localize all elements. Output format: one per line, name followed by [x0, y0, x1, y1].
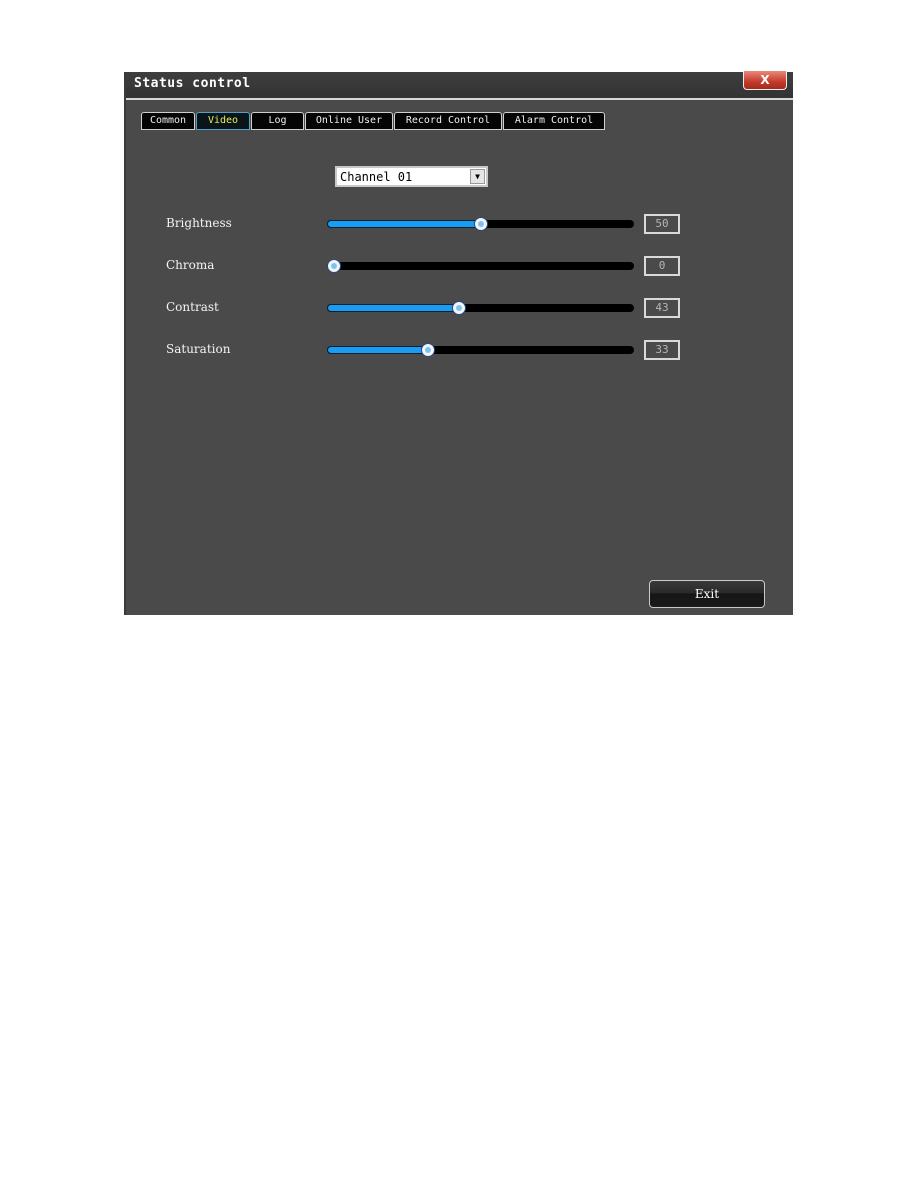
close-icon: X: [760, 73, 770, 87]
brightness-value: 50: [644, 214, 680, 234]
close-button[interactable]: X: [743, 71, 787, 90]
tab-online-user[interactable]: Online User: [305, 112, 393, 130]
saturation-label: Saturation: [166, 342, 231, 356]
chroma-slider[interactable]: [327, 259, 634, 273]
brightness-slider-thumb[interactable]: [474, 217, 488, 231]
saturation-slider-fill: [327, 346, 428, 354]
contrast-slider[interactable]: [327, 301, 634, 315]
channel-select[interactable]: Channel 01 ▼: [335, 166, 488, 187]
contrast-row: Contrast 43: [126, 297, 793, 319]
status-control-window: Status control X Common Video Log Online…: [124, 71, 793, 615]
channel-select-value: Channel 01: [340, 169, 413, 184]
contrast-slider-thumb[interactable]: [452, 301, 466, 315]
chroma-value: 0: [644, 256, 680, 276]
window-title: Status control: [134, 76, 251, 91]
saturation-slider-thumb[interactable]: [421, 343, 435, 357]
tab-alarm-control[interactable]: Alarm Control: [503, 112, 605, 130]
tab-log[interactable]: Log: [251, 112, 304, 130]
chevron-down-icon[interactable]: ▼: [470, 169, 485, 184]
saturation-value: 33: [644, 340, 680, 360]
tab-bar: Common Video Log Online User Record Cont…: [141, 112, 606, 130]
tab-video[interactable]: Video: [196, 112, 250, 130]
saturation-slider[interactable]: [327, 343, 634, 357]
tab-common[interactable]: Common: [141, 112, 195, 130]
chroma-row: Chroma 0: [126, 255, 793, 277]
saturation-row: Saturation 33: [126, 339, 793, 361]
exit-button[interactable]: Exit: [649, 580, 765, 608]
chroma-label: Chroma: [166, 258, 215, 272]
contrast-label: Contrast: [166, 300, 219, 314]
contrast-value: 43: [644, 298, 680, 318]
title-bar: Status control X: [126, 71, 793, 100]
tab-record-control[interactable]: Record Control: [394, 112, 502, 130]
chroma-slider-thumb[interactable]: [327, 259, 341, 273]
contrast-slider-fill: [327, 304, 459, 312]
brightness-label: Brightness: [166, 216, 232, 230]
brightness-slider[interactable]: [327, 217, 634, 231]
brightness-row: Brightness 50: [126, 213, 793, 235]
brightness-slider-fill: [327, 220, 481, 228]
